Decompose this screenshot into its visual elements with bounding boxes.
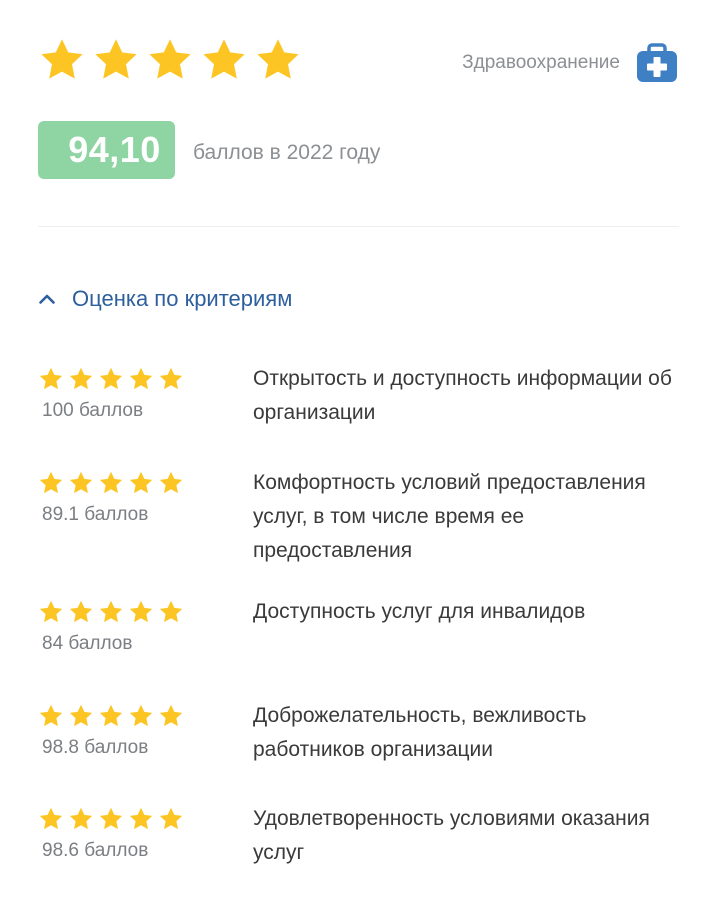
rating-header: Здравоохранение <box>38 36 678 88</box>
star-icon <box>98 366 124 392</box>
overall-star-rating <box>38 36 302 84</box>
criterion-label: Доступность услуг для инвалидов <box>253 600 586 623</box>
medkit-icon <box>636 42 678 84</box>
criterion-stars <box>38 599 184 625</box>
star-icon <box>68 366 94 392</box>
star-icon <box>98 599 124 625</box>
rating-card: Здравоохранение 94,10 баллов в 2022 году… <box>0 0 705 901</box>
criterion-stars <box>38 806 184 832</box>
star-icon <box>254 36 302 84</box>
star-icon <box>128 366 154 392</box>
criteria-title: Оценка по критериям <box>72 286 293 311</box>
criterion-stars <box>38 470 184 496</box>
criterion-label: Открытость и доступность информации об о… <box>253 367 672 424</box>
criterion-label: Комфортность условий предоставления услу… <box>253 471 646 562</box>
criterion-score: 98.6 баллов <box>42 840 149 861</box>
star-icon <box>68 599 94 625</box>
criterion-score: 89.1 баллов <box>42 504 149 525</box>
criterion-stars <box>38 703 184 729</box>
divider <box>38 226 679 227</box>
score-badge: 94,10 <box>38 121 175 179</box>
criteria-toggle[interactable]: Оценка по критериям <box>38 286 292 312</box>
star-icon <box>38 36 86 84</box>
star-icon <box>68 703 94 729</box>
star-icon <box>68 806 94 832</box>
star-icon <box>128 703 154 729</box>
criterion-score: 84 баллов <box>42 633 133 654</box>
score-caption: баллов в 2022 году <box>193 141 381 164</box>
star-icon <box>98 470 124 496</box>
star-icon <box>98 806 124 832</box>
star-icon <box>38 703 64 729</box>
star-icon <box>128 599 154 625</box>
star-icon <box>158 366 184 392</box>
star-icon <box>38 599 64 625</box>
star-icon <box>146 36 194 84</box>
star-icon <box>158 703 184 729</box>
criterion-label: Доброжелательность, вежливость работнико… <box>253 704 587 761</box>
score-row: 94,10 баллов в 2022 году <box>38 121 380 179</box>
criterion-stars <box>38 366 184 392</box>
star-icon <box>38 366 64 392</box>
criterion-score: 98.8 баллов <box>42 737 149 758</box>
star-icon <box>128 806 154 832</box>
star-icon <box>128 470 154 496</box>
star-icon <box>92 36 140 84</box>
category: Здравоохранение <box>462 42 678 84</box>
criterion-label: Удовлетворенность условиями оказания усл… <box>253 807 650 864</box>
star-icon <box>38 470 64 496</box>
criterion-score: 100 баллов <box>42 400 144 421</box>
star-icon <box>68 470 94 496</box>
star-icon <box>98 703 124 729</box>
category-label: Здравоохранение <box>462 52 620 73</box>
star-icon <box>200 36 248 84</box>
star-icon <box>38 806 64 832</box>
star-icon <box>158 599 184 625</box>
chevron-up-icon <box>38 290 56 308</box>
star-icon <box>158 806 184 832</box>
star-icon <box>158 470 184 496</box>
